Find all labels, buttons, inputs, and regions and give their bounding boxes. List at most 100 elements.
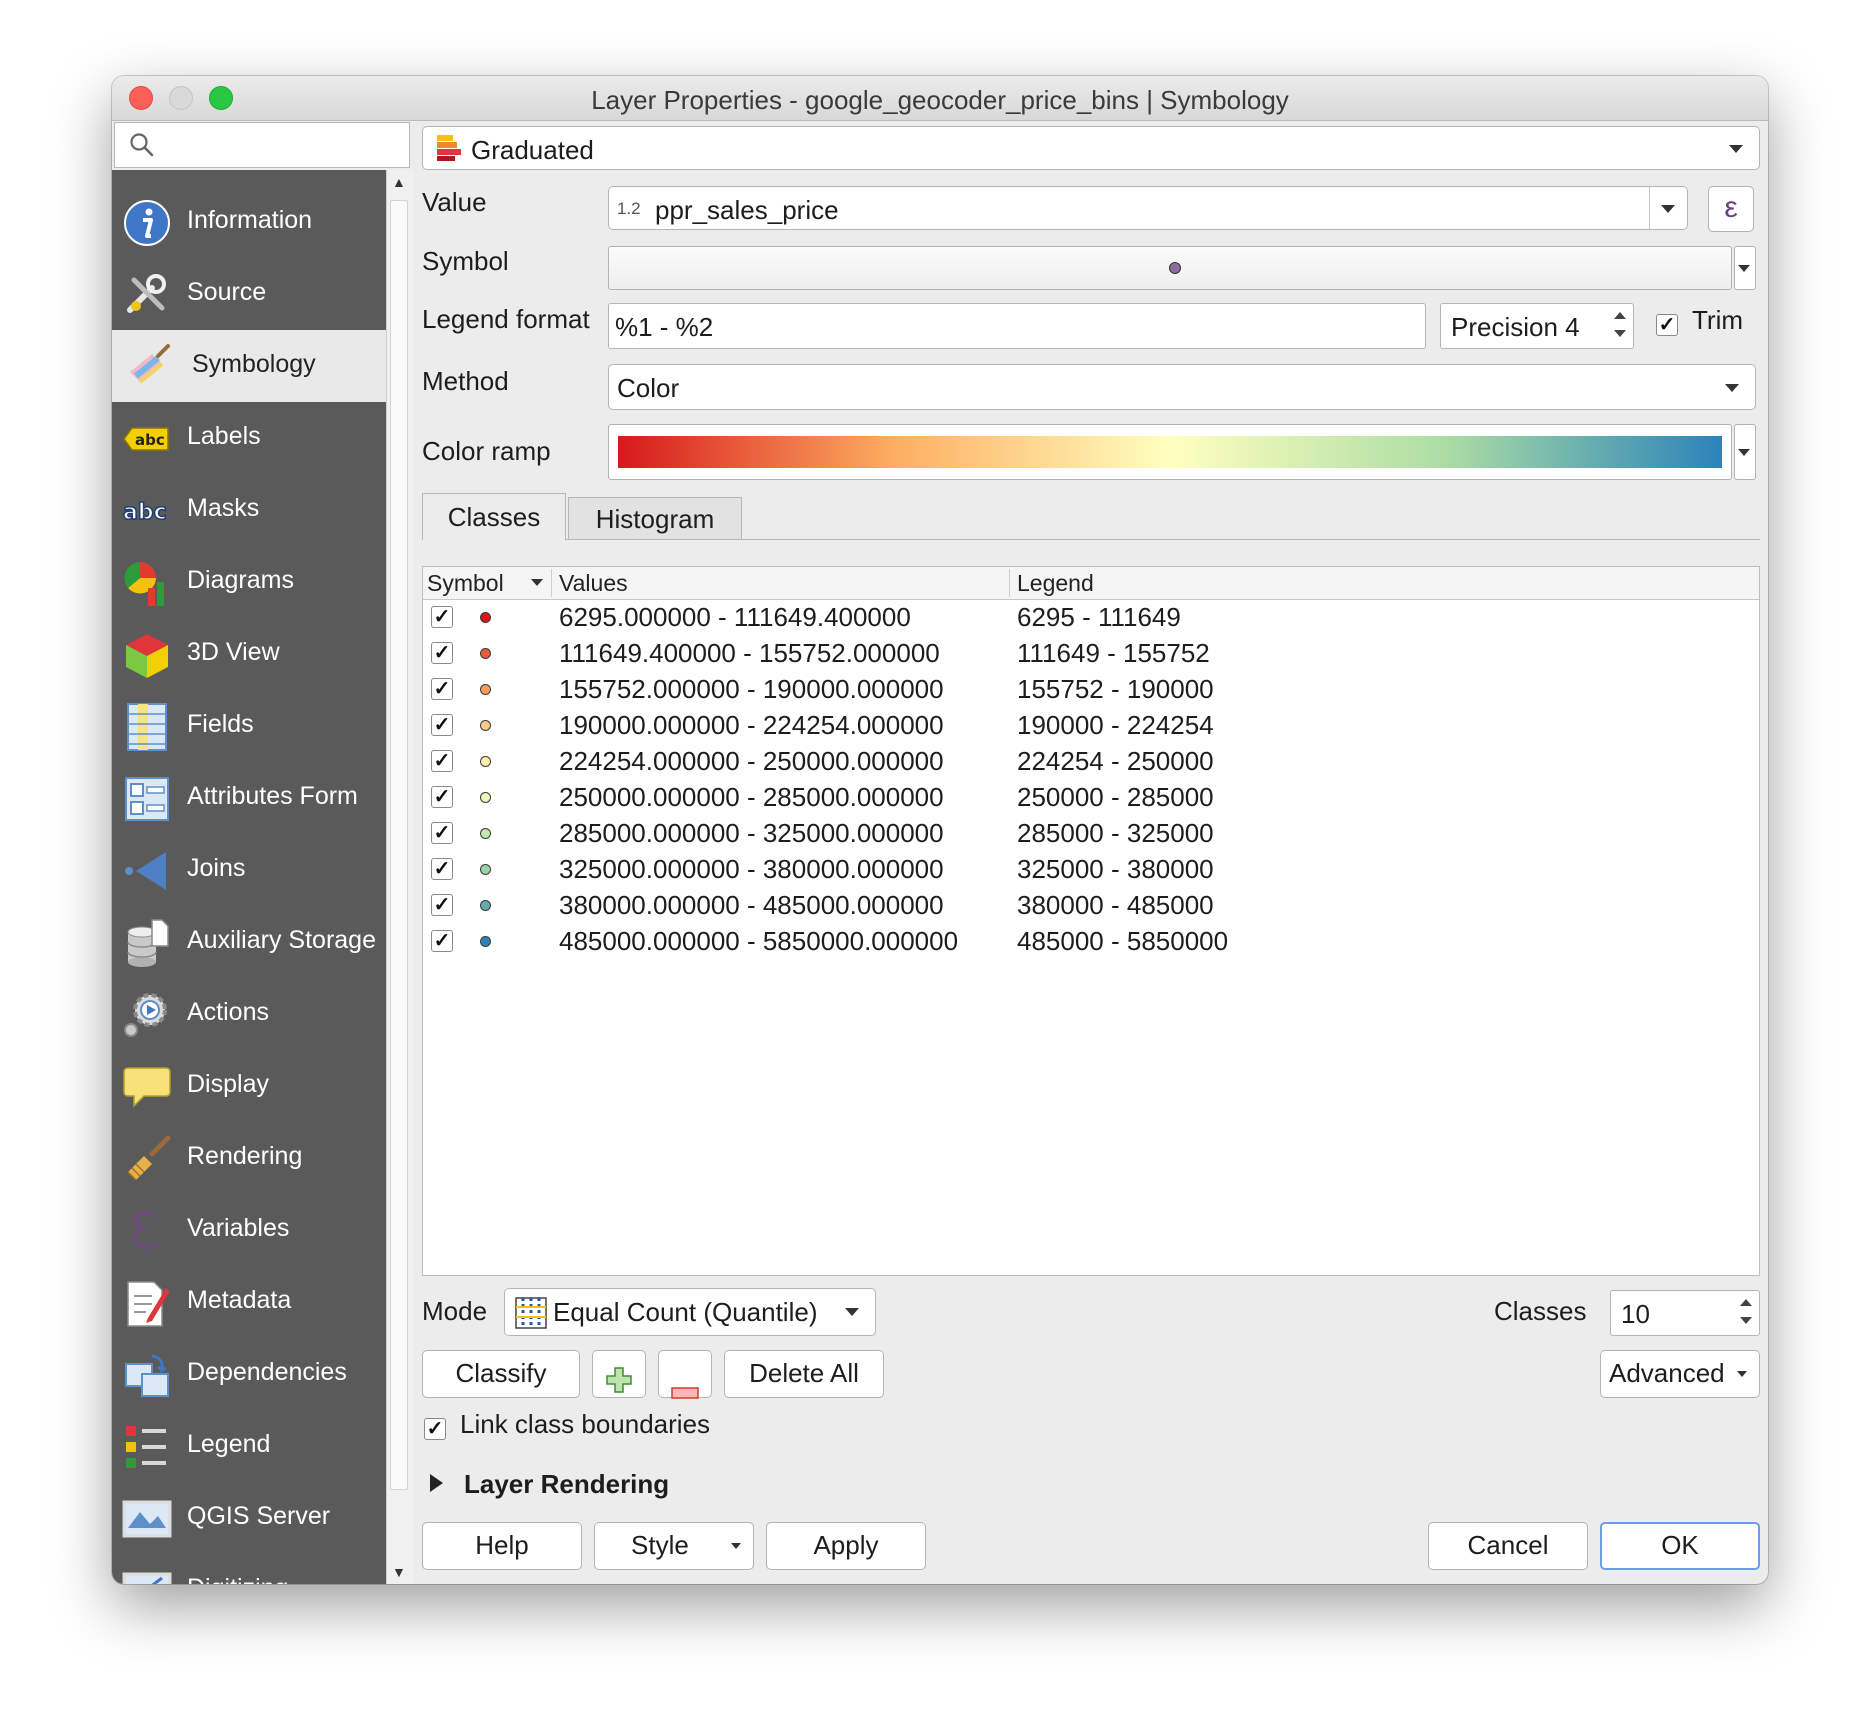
table-row[interactable]: ✓ 6295.000000 - 111649.400000 6295 - 111… xyxy=(423,599,1759,635)
sidebar-scrollbar[interactable]: ▲ ▼ xyxy=(386,170,413,1584)
column-header-symbol[interactable]: Symbol xyxy=(427,570,504,597)
sidebar-item-qgis-server[interactable]: QGIS Server xyxy=(112,1482,386,1554)
trim-checkbox[interactable]: ✓ xyxy=(1656,314,1678,336)
class-legend-label[interactable]: 325000 - 380000 xyxy=(1017,854,1214,885)
sidebar-item-diagrams[interactable]: Diagrams xyxy=(112,546,386,618)
class-legend-label[interactable]: 250000 - 285000 xyxy=(1017,782,1214,813)
class-visible-checkbox[interactable]: ✓ xyxy=(431,750,453,772)
tab-classes[interactable]: Classes xyxy=(422,493,566,540)
column-header-values[interactable]: Values xyxy=(559,570,628,597)
add-class-button[interactable] xyxy=(592,1350,646,1398)
class-visible-checkbox[interactable]: ✓ xyxy=(431,894,453,916)
class-range-value[interactable]: 380000.000000 - 485000.000000 xyxy=(559,890,944,921)
color-ramp-menu-button[interactable] xyxy=(1734,424,1756,480)
class-visible-checkbox[interactable]: ✓ xyxy=(431,606,453,628)
sidebar-item-actions[interactable]: Actions xyxy=(112,978,386,1050)
classes-spinbox[interactable]: 10 xyxy=(1610,1290,1760,1336)
sidebar-search[interactable] xyxy=(114,122,410,168)
table-row[interactable]: ✓ 224254.000000 - 250000.000000 224254 -… xyxy=(423,743,1759,779)
scroll-up-icon[interactable]: ▲ xyxy=(392,174,406,190)
class-range-value[interactable]: 250000.000000 - 285000.000000 xyxy=(559,782,944,813)
renderer-type-combo[interactable]: Graduated xyxy=(422,126,1760,170)
sidebar-item-symbology[interactable]: Symbology xyxy=(112,330,386,402)
class-symbol-dot[interactable] xyxy=(480,792,491,803)
class-symbol-dot[interactable] xyxy=(480,612,491,623)
symbol-button[interactable] xyxy=(608,246,1732,290)
sidebar-item-metadata[interactable]: Metadata xyxy=(112,1266,386,1338)
sidebar-item-masks[interactable]: abc Masks xyxy=(112,474,386,546)
sidebar-item-information[interactable]: Information xyxy=(112,186,386,258)
class-legend-label[interactable]: 485000 - 5850000 xyxy=(1017,926,1228,957)
class-legend-label[interactable]: 111649 - 155752 xyxy=(1017,638,1210,669)
cancel-button[interactable]: Cancel xyxy=(1428,1522,1588,1570)
sidebar-item-attributes-form[interactable]: Attributes Form xyxy=(112,762,386,834)
apply-button[interactable]: Apply xyxy=(766,1522,926,1570)
class-range-value[interactable]: 155752.000000 - 190000.000000 xyxy=(559,674,944,705)
class-visible-checkbox[interactable]: ✓ xyxy=(431,714,453,736)
sidebar-item-dependencies[interactable]: Dependencies xyxy=(112,1338,386,1410)
table-row[interactable]: ✓ 190000.000000 - 224254.000000 190000 -… xyxy=(423,707,1759,743)
class-symbol-dot[interactable] xyxy=(480,756,491,767)
scroll-down-icon[interactable]: ▼ xyxy=(392,1564,406,1580)
table-row[interactable]: ✓ 380000.000000 - 485000.000000 380000 -… xyxy=(423,887,1759,923)
column-header-legend[interactable]: Legend xyxy=(1017,570,1094,597)
sidebar-item-legend[interactable]: Legend xyxy=(112,1410,386,1482)
table-row[interactable]: ✓ 250000.000000 - 285000.000000 250000 -… xyxy=(423,779,1759,815)
class-legend-label[interactable]: 224254 - 250000 xyxy=(1017,746,1214,777)
sidebar-item-digitizing[interactable]: Digitizing xyxy=(112,1554,386,1584)
class-symbol-dot[interactable] xyxy=(480,936,491,947)
sidebar-item-fields[interactable]: Fields xyxy=(112,690,386,762)
sidebar-item-source[interactable]: Source xyxy=(112,258,386,330)
sidebar-item-3d-view[interactable]: 3D View xyxy=(112,618,386,690)
expand-triangle-icon[interactable] xyxy=(430,1474,443,1492)
sidebar-search-input[interactable] xyxy=(165,127,399,165)
class-symbol-dot[interactable] xyxy=(480,828,491,839)
mode-combo[interactable]: Equal Count (Quantile) xyxy=(504,1288,876,1336)
class-symbol-dot[interactable] xyxy=(480,864,491,875)
value-field-combo[interactable]: 1.2 ppr_sales_price xyxy=(608,186,1688,230)
table-row[interactable]: ✓ 485000.000000 - 5850000.000000 485000 … xyxy=(423,923,1759,959)
class-range-value[interactable]: 285000.000000 - 325000.000000 xyxy=(559,818,944,849)
expression-button[interactable]: ε xyxy=(1708,186,1754,232)
class-visible-checkbox[interactable]: ✓ xyxy=(431,786,453,808)
classes-stepper[interactable] xyxy=(1735,1293,1757,1333)
class-symbol-dot[interactable] xyxy=(480,648,491,659)
sidebar-item-labels[interactable]: abc Labels xyxy=(112,402,386,474)
tab-histogram[interactable]: Histogram xyxy=(568,497,742,539)
class-range-value[interactable]: 190000.000000 - 224254.000000 xyxy=(559,710,944,741)
layer-rendering-header[interactable]: Layer Rendering xyxy=(464,1469,669,1500)
class-symbol-dot[interactable] xyxy=(480,900,491,911)
style-menu-button[interactable]: Style xyxy=(594,1522,754,1570)
delete-class-button[interactable] xyxy=(658,1350,712,1399)
precision-spinbox[interactable]: Precision 4 xyxy=(1440,303,1634,349)
symbol-menu-button[interactable] xyxy=(1734,246,1756,290)
link-class-boundaries-label[interactable]: Link class boundaries xyxy=(460,1409,710,1440)
class-visible-checkbox[interactable]: ✓ xyxy=(431,822,453,844)
precision-stepper[interactable] xyxy=(1609,306,1631,346)
class-visible-checkbox[interactable]: ✓ xyxy=(431,642,453,664)
class-range-value[interactable]: 325000.000000 - 380000.000000 xyxy=(559,854,944,885)
scrollbar-thumb[interactable] xyxy=(390,200,408,1490)
table-row[interactable]: ✓ 285000.000000 - 325000.000000 285000 -… xyxy=(423,815,1759,851)
class-visible-checkbox[interactable]: ✓ xyxy=(431,678,453,700)
class-range-value[interactable]: 6295.000000 - 111649.400000 xyxy=(559,602,911,633)
method-combo[interactable]: Color xyxy=(608,364,1756,410)
class-legend-label[interactable]: 155752 - 190000 xyxy=(1017,674,1214,705)
class-range-value[interactable]: 485000.000000 - 5850000.000000 xyxy=(559,926,958,957)
table-row[interactable]: ✓ 111649.400000 - 155752.000000 111649 -… xyxy=(423,635,1759,671)
class-legend-label[interactable]: 285000 - 325000 xyxy=(1017,818,1214,849)
table-row[interactable]: ✓ 155752.000000 - 190000.000000 155752 -… xyxy=(423,671,1759,707)
sidebar-item-display[interactable]: Display xyxy=(112,1050,386,1122)
advanced-menu-button[interactable]: Advanced xyxy=(1600,1350,1760,1398)
class-legend-label[interactable]: 190000 - 224254 xyxy=(1017,710,1214,741)
class-visible-checkbox[interactable]: ✓ xyxy=(431,930,453,952)
sidebar-item-auxiliary-storage[interactable]: Auxiliary Storage xyxy=(112,906,386,978)
class-legend-label[interactable]: 380000 - 485000 xyxy=(1017,890,1214,921)
class-visible-checkbox[interactable]: ✓ xyxy=(431,858,453,880)
help-button[interactable]: Help xyxy=(422,1522,582,1570)
classify-button[interactable]: Classify xyxy=(422,1350,580,1398)
class-range-value[interactable]: 111649.400000 - 155752.000000 xyxy=(559,638,940,669)
class-symbol-dot[interactable] xyxy=(480,720,491,731)
delete-all-button[interactable]: Delete All xyxy=(724,1350,884,1398)
class-range-value[interactable]: 224254.000000 - 250000.000000 xyxy=(559,746,944,777)
